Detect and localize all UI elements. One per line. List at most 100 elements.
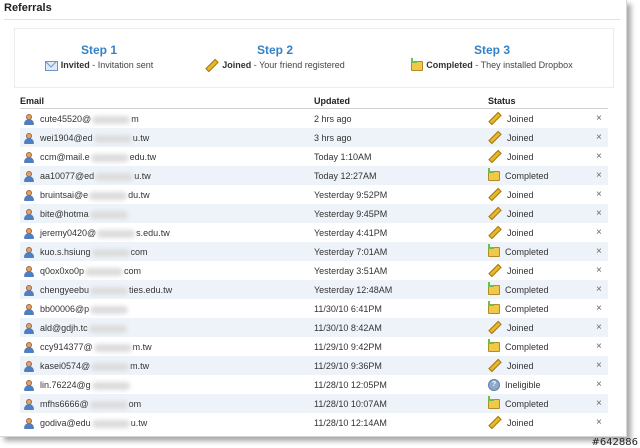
- email-cell: bruintsai@e du.tw: [40, 190, 150, 200]
- user-icon: [24, 133, 34, 144]
- user-icon: [24, 247, 34, 258]
- table-row: godiva@edu u.tw 11/28/10 12:14AM Joined ×: [20, 413, 608, 432]
- pencil-icon: [488, 415, 502, 430]
- step-3: Step 3 Completed - They installed Dropbo…: [397, 43, 587, 71]
- redacted-email-part: [89, 191, 128, 200]
- status-label: Joined: [507, 265, 534, 276]
- status-label: Ineligible: [505, 380, 541, 390]
- box-icon: [488, 167, 500, 181]
- email-visible-start: kasei0574@: [40, 361, 91, 371]
- email-cell: mfhs6666@ om: [40, 399, 141, 409]
- redacted-email-part: [90, 305, 129, 314]
- status-cell: Joined: [488, 206, 534, 221]
- email-cell: kuo.s.hsiung com: [40, 247, 148, 257]
- email-visible-start: kuo.s.hsiung: [40, 247, 91, 257]
- updated-cell: Today 1:10AM: [314, 152, 372, 162]
- status-cell: Completed: [488, 281, 549, 295]
- email-visible-start: ald@gdjh.tc: [40, 323, 88, 333]
- status-label: Joined: [507, 208, 534, 219]
- status-label: Completed: [505, 246, 549, 257]
- updated-cell: 2 hrs ago: [314, 114, 352, 124]
- pencil-icon: [205, 58, 219, 73]
- remove-button[interactable]: ×: [596, 265, 602, 276]
- email-visible-start: bruintsai@e: [40, 190, 89, 200]
- step-1-status: Invited: [60, 60, 90, 70]
- box-icon: [488, 338, 500, 352]
- status-cell: Completed: [488, 167, 549, 181]
- pencil-icon: [488, 111, 502, 126]
- remove-button[interactable]: ×: [596, 360, 602, 371]
- status-cell: Completed: [488, 338, 549, 352]
- box-icon: [411, 57, 424, 71]
- email-visible-start: bb00006@p: [40, 304, 90, 314]
- email-cell: bite@hotma: [40, 209, 129, 219]
- status-label: Joined: [507, 417, 534, 428]
- step-2-status: Joined: [222, 60, 252, 70]
- email-visible-start: bite@hotma: [40, 209, 89, 219]
- box-icon: [488, 281, 500, 295]
- email-visible-start: wei1904@ed: [40, 133, 93, 143]
- table-row: kuo.s.hsiung com Yesterday 7:01AM Completed…: [20, 242, 608, 261]
- remove-button[interactable]: ×: [596, 227, 602, 238]
- updated-cell: Yesterday 9:52PM: [314, 190, 388, 200]
- page-title: Referrals: [4, 2, 52, 14]
- updated-cell: Yesterday 3:51AM: [314, 266, 388, 276]
- remove-button[interactable]: ×: [596, 170, 602, 181]
- box-icon: [488, 300, 500, 314]
- step-1-title: Step 1: [80, 43, 117, 57]
- table-row: lin.76224@g 11/28/10 12:05PM? Ineligible ×: [20, 375, 608, 394]
- step-3-title: Step 3: [473, 43, 510, 57]
- user-icon: [24, 285, 34, 296]
- remove-button[interactable]: ×: [596, 132, 602, 143]
- redacted-email-part: [93, 343, 132, 352]
- status-label: Joined: [507, 360, 534, 371]
- updated-cell: 3 hrs ago: [314, 133, 352, 143]
- email-visible-end: s.edu.tw: [136, 228, 170, 238]
- table-row: jeremy0420@ s.edu.tw Yesterday 4:41PM Joine…: [20, 223, 608, 242]
- user-icon: [24, 152, 34, 163]
- remove-button[interactable]: ×: [596, 284, 602, 295]
- step-3-text: They installed Dropbox: [480, 60, 573, 70]
- remove-button[interactable]: ×: [596, 398, 602, 409]
- remove-button[interactable]: ×: [596, 341, 602, 352]
- email-visible-start: godiva@edu: [40, 418, 91, 428]
- pencil-icon: [488, 263, 502, 278]
- image-id-badge: #642886: [591, 437, 638, 448]
- table-row: bb00006@p 11/30/10 6:41PM Completed ×: [20, 299, 608, 318]
- status-label: Joined: [507, 322, 534, 333]
- status-label: Joined: [507, 113, 534, 124]
- remove-button[interactable]: ×: [596, 303, 602, 314]
- email-cell: aa10077@ed u.tw: [40, 171, 151, 181]
- referrals-panel: Referrals Step 1 Invited - Invitation se…: [0, 0, 627, 437]
- email-visible-end: u.tw: [132, 133, 150, 143]
- remove-button[interactable]: ×: [596, 208, 602, 219]
- email-visible-end: u.tw: [134, 171, 151, 181]
- email-visible-start: mfhs6666@: [40, 399, 89, 409]
- updated-cell: Today 12:27AM: [314, 171, 377, 181]
- redacted-email-part: [90, 153, 129, 162]
- status-label: Completed: [505, 284, 549, 295]
- redacted-email-part: [91, 381, 130, 390]
- user-icon: [24, 114, 34, 125]
- email-visible-start: ccy914377@: [40, 342, 93, 352]
- remove-button[interactable]: ×: [596, 379, 602, 390]
- pencil-icon: [488, 187, 502, 202]
- remove-button[interactable]: ×: [596, 322, 602, 333]
- remove-button[interactable]: ×: [596, 189, 602, 200]
- redacted-email-part: [91, 419, 130, 428]
- remove-button[interactable]: ×: [596, 151, 602, 162]
- status-cell: Joined: [488, 320, 534, 335]
- email-visible-end: ties.edu.tw: [129, 285, 173, 295]
- redacted-email-part: [95, 172, 134, 181]
- table-row: cute45520@ m 2 hrs ago Joined ×: [20, 109, 608, 128]
- remove-button[interactable]: ×: [596, 246, 602, 257]
- status-cell: ? Ineligible: [488, 379, 541, 391]
- pencil-icon: [488, 130, 502, 145]
- remove-button[interactable]: ×: [596, 417, 602, 428]
- user-icon: [24, 228, 34, 239]
- redacted-email-part: [91, 248, 130, 257]
- email-cell: cute45520@ m: [40, 114, 139, 124]
- email-cell: wei1904@ed u.tw: [40, 133, 149, 143]
- remove-button[interactable]: ×: [596, 113, 602, 124]
- redacted-email-part: [89, 210, 128, 219]
